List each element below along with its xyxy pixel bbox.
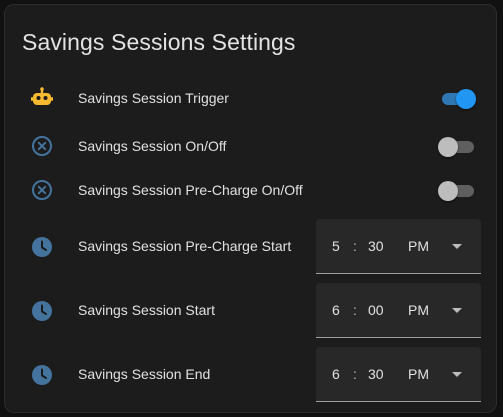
row-label: Savings Session On/Off [78,138,227,154]
toggle-knob [438,137,458,157]
toggle-knob [456,89,476,109]
minute-value[interactable]: 30 [368,366,384,382]
session-end-time-picker[interactable]: 6 : 30 PM [316,347,481,402]
savings-session-trigger-toggle[interactable] [438,88,476,110]
row-label: Savings Session Pre-Charge On/Off [78,182,303,198]
hour-value[interactable]: 6 [332,302,340,318]
row-label: Savings Session Trigger [78,90,229,106]
session-start-time-picker[interactable]: 6 : 00 PM [316,283,481,338]
toggle-knob [438,181,458,201]
savings-session-pre-charge-toggle[interactable] [438,180,476,202]
row-label: Savings Session End [78,366,211,382]
time-separator: : [353,366,357,382]
row-savings-session-pre-charge-on-off[interactable]: Savings Session Pre-Charge On/Off [5,172,496,208]
ampm-value[interactable]: PM [408,366,429,382]
ampm-value[interactable]: PM [408,238,429,254]
hour-value[interactable]: 6 [332,366,340,382]
minute-value[interactable]: 30 [368,238,384,254]
minute-value[interactable]: 00 [368,302,384,318]
row-savings-session-trigger[interactable]: Savings Session Trigger [5,81,496,117]
close-circle-icon [30,134,54,158]
dropdown-caret-icon[interactable] [452,244,462,249]
time-separator: : [353,238,357,254]
savings-settings-card: Savings Sessions Settings Savings Sessio… [4,4,497,413]
hour-value[interactable]: 5 [332,238,340,254]
row-savings-session-start: Savings Session Start 6 : 00 PM [5,283,496,339]
dropdown-caret-icon[interactable] [452,372,462,377]
robot-icon [30,86,54,110]
time-separator: : [353,302,357,318]
pre-charge-start-time-picker[interactable]: 5 : 30 PM [316,219,481,274]
row-savings-session-pre-charge-start: Savings Session Pre-Charge Start 5 : 30 … [5,219,496,275]
clock-icon [30,299,54,323]
clock-icon [30,235,54,259]
dropdown-caret-icon[interactable] [452,308,462,313]
close-circle-icon [30,178,54,202]
row-label: Savings Session Pre-Charge Start [78,238,292,254]
card-title: Savings Sessions Settings [22,29,296,55]
savings-session-on-off-toggle[interactable] [438,136,476,158]
row-label: Savings Session Start [78,302,215,318]
row-savings-session-end: Savings Session End 6 : 30 PM [5,347,496,403]
ampm-value[interactable]: PM [408,302,429,318]
clock-icon [30,363,54,387]
row-savings-session-on-off[interactable]: Savings Session On/Off [5,129,496,165]
